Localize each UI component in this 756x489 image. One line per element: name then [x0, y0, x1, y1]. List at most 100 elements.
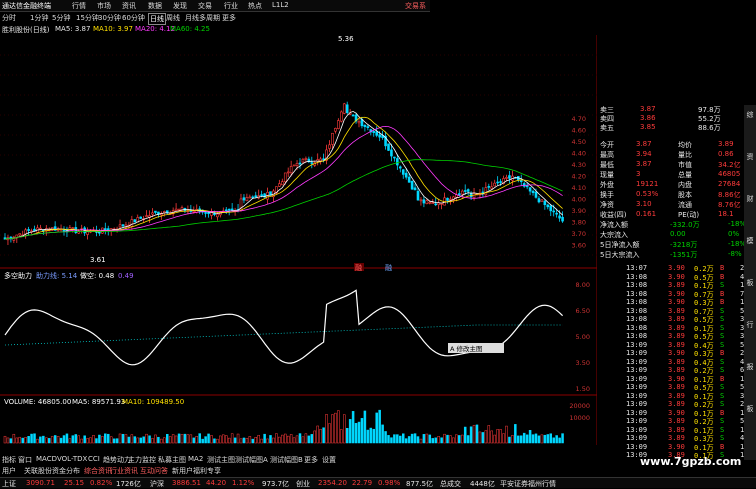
- volume-bar: [18, 436, 21, 444]
- volume-bar: [372, 428, 375, 444]
- sidebar-tab[interactable]: 板: [745, 278, 755, 288]
- candle-body: [546, 204, 550, 208]
- timeframe-tab[interactable]: 30分钟: [98, 13, 121, 23]
- timeframe-tab[interactable]: 周线: [166, 13, 180, 23]
- status-item: 0.98%: [378, 479, 401, 487]
- ind-name: 多空助力: [4, 271, 32, 280]
- volume-bar: [381, 424, 384, 444]
- timeframe-tab[interactable]: 1分钟: [30, 13, 48, 23]
- bottom-tab[interactable]: 测试幅图B: [270, 455, 303, 465]
- bottom-tab[interactable]: 指标: [2, 455, 16, 465]
- candle-body: [387, 143, 390, 151]
- menu-item[interactable]: 行业: [224, 1, 238, 11]
- timeframe-tab[interactable]: 60分钟: [122, 13, 145, 23]
- sidebar-tab[interactable]: 板: [745, 404, 755, 414]
- bottom-tab[interactable]: 窗口: [18, 455, 32, 465]
- volume-bar: [301, 436, 305, 444]
- info-tab[interactable]: 行业资讯: [110, 466, 138, 476]
- chart-area[interactable]: 5.36 3.61 融 融 4.70 4.60 4.50 4.40 4.30 4.20 4.10 4.…: [0, 35, 597, 445]
- menu-item[interactable]: 热点: [248, 1, 262, 11]
- sidebar-tab[interactable]: 模: [745, 236, 755, 246]
- volume-bar: [484, 430, 488, 444]
- timeframe-tab[interactable]: 多周期: [199, 13, 220, 23]
- menu-item[interactable]: 交易: [198, 1, 212, 11]
- volume-bar: [242, 437, 246, 444]
- bottom-tab[interactable]: CCI: [88, 455, 100, 463]
- volume-bar: [80, 438, 83, 444]
- info-tab[interactable]: 资金分布: [52, 466, 80, 476]
- app-name: 通达信金融终端: [2, 2, 51, 10]
- candle-body: [174, 208, 178, 211]
- volume-bar: [413, 433, 417, 444]
- volume-bar: [130, 434, 134, 444]
- volume-bar: [354, 423, 358, 444]
- sidebar-tab[interactable]: 资: [745, 152, 755, 162]
- timeframe-tab[interactable]: 分时: [2, 13, 16, 23]
- bottom-tab[interactable]: 私募主图: [158, 455, 186, 465]
- menu-item[interactable]: L1L2: [272, 1, 289, 9]
- price-tick: 3.80: [572, 219, 586, 227]
- sidebar-tab[interactable]: 综: [745, 110, 755, 120]
- margin-tag-label: 融: [355, 263, 362, 272]
- info-tab[interactable]: 新用户福利专享: [172, 466, 221, 476]
- bottom-tab[interactable]: MACD: [36, 455, 57, 463]
- volume-bar: [50, 436, 54, 444]
- candle-body: [24, 229, 27, 235]
- menu-item[interactable]: 资讯: [122, 1, 136, 11]
- stat-row: 今开 3.87 均价 3.89: [600, 140, 734, 149]
- info-tab[interactable]: 互动问答: [140, 466, 168, 476]
- menu-item[interactable]: 数据: [148, 1, 162, 11]
- volume-bar: [121, 433, 125, 444]
- volume-bar: [124, 434, 128, 444]
- volume-bar: [53, 435, 57, 444]
- candle-body: [98, 231, 101, 234]
- volume-bar: [115, 438, 119, 444]
- ask-row: 卖三 3.87 97.8万: [600, 105, 721, 114]
- volume-bar: [540, 434, 544, 444]
- sidebar-tab[interactable]: 财: [745, 194, 755, 204]
- menu-item[interactable]: 发现: [173, 1, 187, 11]
- menu-trade[interactable]: 交易系: [405, 1, 426, 11]
- volume-bar: [284, 433, 287, 444]
- stat-row: 最低 3.87 市值 34.2亿: [600, 160, 741, 169]
- bottom-tab[interactable]: 测试主图: [207, 455, 235, 465]
- volume-bar: [266, 438, 269, 444]
- info-tab[interactable]: 用户: [2, 466, 16, 476]
- bottom-tab[interactable]: 设置: [322, 455, 336, 465]
- timeframe-tab[interactable]: 15分钟: [76, 13, 99, 23]
- info-tab[interactable]: 关联股份: [24, 466, 52, 476]
- volume-bar: [310, 434, 314, 444]
- volume-bar: [390, 437, 393, 444]
- popup-label[interactable]: A 修改主图: [450, 344, 483, 353]
- volume-bar: [48, 438, 51, 444]
- candle-body: [519, 180, 523, 183]
- bottom-tab[interactable]: 主力监控: [128, 455, 156, 465]
- volume-bar: [340, 429, 343, 444]
- info-tab[interactable]: 综合资讯: [84, 466, 112, 476]
- ind-l1: 助力线: 5.14: [36, 271, 78, 280]
- bottom-tab[interactable]: 更多: [304, 455, 318, 465]
- volume-bar: [148, 435, 151, 444]
- bottom-tab[interactable]: VOL-TDX: [57, 455, 87, 463]
- sidebar-tab[interactable]: 行: [745, 320, 755, 330]
- candle-body: [508, 175, 511, 179]
- timeframe-tab[interactable]: 更多: [222, 13, 236, 23]
- volume-bar: [531, 434, 535, 444]
- candle-body: [295, 163, 299, 167]
- volume-bar: [481, 432, 485, 444]
- menu-item[interactable]: 市场: [97, 1, 111, 11]
- candle-body: [351, 114, 355, 117]
- timeframe-tab[interactable]: 5分钟: [52, 13, 70, 23]
- timeframe-tab[interactable]: 月线: [185, 13, 199, 23]
- volume-bar: [74, 434, 78, 444]
- menu-item[interactable]: 行情: [72, 1, 86, 11]
- sidebar-tab[interactable]: 报: [745, 362, 755, 372]
- volume-bar: [104, 433, 107, 444]
- volume-bar: [254, 437, 257, 444]
- bottom-tab[interactable]: MA2: [188, 455, 203, 463]
- tick-row: 13:09 3.89 0.2万 S 5: [626, 417, 745, 426]
- bottom-tab[interactable]: 趋势动力: [103, 455, 131, 465]
- candle-body: [248, 196, 252, 199]
- volume-bar: [313, 430, 316, 444]
- bottom-tab[interactable]: 测试幅图A: [235, 455, 268, 465]
